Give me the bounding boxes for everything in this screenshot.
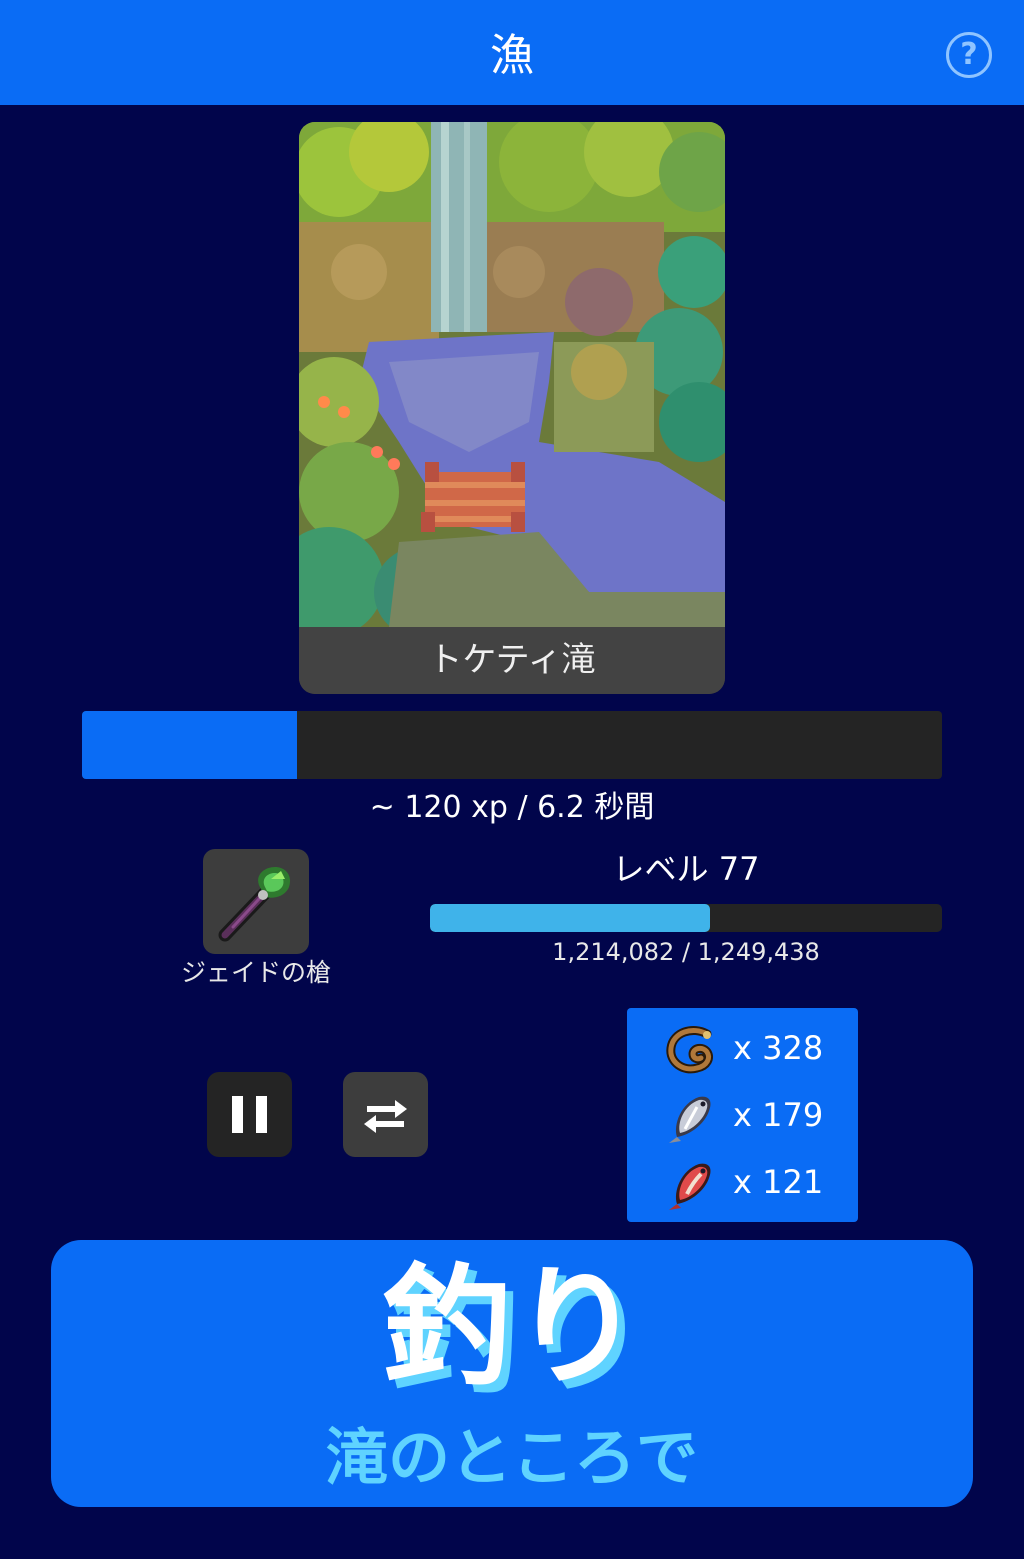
pause-icon [232, 1096, 267, 1133]
tool-slot[interactable] [203, 849, 309, 954]
swap-location-button[interactable] [343, 1072, 428, 1157]
fish-action-button[interactable]: 釣り 滝のところで [51, 1240, 973, 1507]
eel-icon [666, 1026, 713, 1074]
top-bar: 漁 ? [0, 0, 1024, 105]
xp-rate-text: ~ 120 xp / 6.2 秒間 [369, 790, 655, 825]
tool-name: ジェイドの槍 [180, 958, 331, 987]
jade-spear-icon [218, 867, 291, 942]
loot-panel: x 328 x 179 x 121 [627, 1008, 858, 1222]
fish-button-sublabel: 滝のところで [325, 1421, 698, 1494]
xp-values: 1,214,082 / 1,249,438 [552, 938, 820, 966]
page-title: 漁 [490, 30, 534, 81]
loot-count: x 121 [733, 1163, 824, 1201]
fish-button-label: 釣り [381, 1251, 642, 1403]
red-fish-icon [669, 1163, 711, 1210]
swap-arrows-icon [364, 1100, 407, 1133]
xp-progress-bar [430, 904, 942, 932]
loot-item: x 179 [627, 1085, 858, 1145]
loot-count: x 179 [733, 1096, 824, 1134]
action-progress-fill [82, 711, 297, 779]
location-card[interactable]: トケティ滝 [299, 122, 725, 694]
skill-level: レベル 77 [612, 850, 760, 888]
loot-item: x 121 [627, 1152, 858, 1212]
loot-count: x 328 [733, 1029, 824, 1067]
pause-button[interactable] [207, 1072, 292, 1157]
waterfall-scene-image [299, 122, 725, 627]
xp-progress-fill [430, 904, 711, 932]
location-name: トケティ滝 [299, 627, 725, 694]
action-progress-bar [82, 711, 942, 779]
silver-fish-icon [669, 1096, 711, 1143]
loot-item: x 328 [627, 1018, 858, 1078]
question-circle-icon[interactable]: ? [946, 32, 992, 78]
